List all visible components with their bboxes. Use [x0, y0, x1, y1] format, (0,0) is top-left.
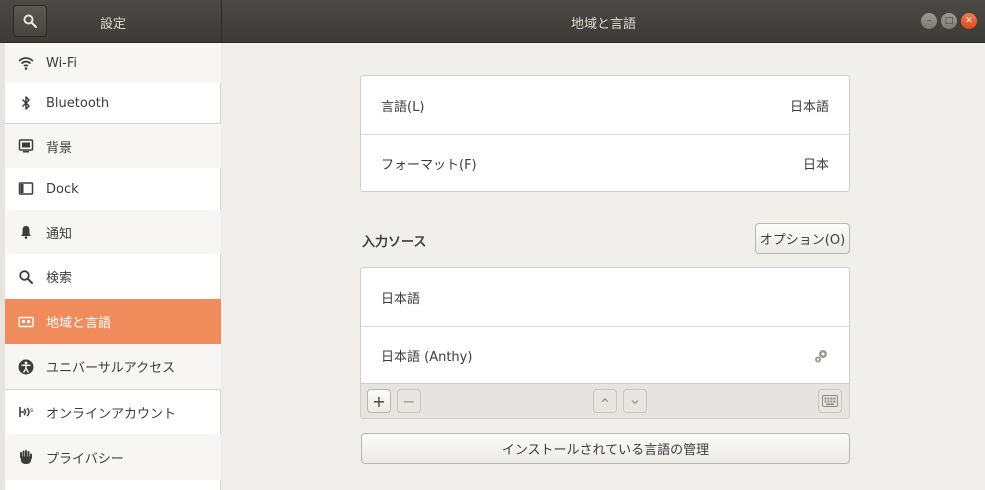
sidebar-item-bluetooth[interactable]: Bluetooth: [5, 83, 221, 123]
sidebar-item-label: 背景: [46, 137, 72, 156]
move-down-button[interactable]: ⌄: [623, 389, 647, 413]
format-row[interactable]: フォーマット(F) 日本: [361, 134, 849, 192]
options-button[interactable]: オプション(O): [755, 223, 850, 254]
hand-icon: [18, 449, 34, 465]
maximize-button[interactable]: □: [941, 13, 957, 29]
keyboard-icon: [822, 395, 838, 407]
format-label: フォーマット(F): [381, 154, 477, 173]
sidebar-item-accessibility[interactable]: ユニバーサルアクセス: [5, 344, 221, 389]
move-up-button[interactable]: ⌃: [593, 389, 617, 413]
bluetooth-icon: [18, 95, 34, 111]
sidebar-item-privacy[interactable]: プライバシー: [5, 434, 221, 480]
sidebar-item-label: Wi-Fi: [46, 56, 77, 71]
language-value: 日本語: [790, 96, 829, 115]
dock-icon: [18, 181, 34, 197]
minimize-button[interactable]: –: [921, 13, 937, 29]
input-sources-card: 日本語 日本語 (Anthy) + − ⌃ ⌄: [360, 267, 850, 419]
add-input-source-button[interactable]: +: [367, 389, 391, 413]
window-controls: – □ ✕: [921, 13, 977, 29]
manage-languages-button[interactable]: インストールされている言語の管理: [361, 433, 850, 464]
search-icon: [18, 269, 34, 285]
input-source-row[interactable]: 日本語 (Anthy): [361, 326, 849, 384]
sidebar-item-label: Bluetooth: [46, 96, 109, 111]
region-icon: [18, 314, 34, 330]
language-format-card: 言語(L) 日本語 フォーマット(F) 日本: [360, 75, 850, 192]
input-source-label: 日本語: [381, 288, 420, 307]
background-icon: [18, 138, 34, 154]
language-label: 言語(L): [381, 96, 424, 115]
svg-text:s: s: [30, 407, 33, 414]
online-accounts-icon: s: [18, 404, 34, 420]
sidebar-item-wifi[interactable]: Wi-Fi: [5, 43, 221, 83]
format-value: 日本: [803, 154, 829, 173]
settings-title: 設定: [100, 13, 126, 32]
sidebar-item-dock[interactable]: Dock: [5, 168, 221, 210]
keyboard-layout-button[interactable]: [818, 389, 842, 413]
input-source-row[interactable]: 日本語: [361, 268, 849, 326]
remove-input-source-button[interactable]: −: [397, 389, 421, 413]
sidebar-item-region[interactable]: 地域と言語: [5, 299, 221, 344]
sidebar-item-notifications[interactable]: 通知: [5, 210, 221, 254]
sidebar-item-label: 通知: [46, 223, 72, 242]
search-icon: [23, 14, 37, 28]
sidebar-item-background[interactable]: 背景: [5, 124, 221, 168]
search-button[interactable]: [13, 5, 47, 37]
sidebar-item-label: Dock: [46, 182, 79, 197]
sidebar-item-label: オンラインアカウント: [46, 403, 176, 422]
page-title: 地域と言語: [222, 13, 985, 32]
sidebar-item-label: 検索: [46, 267, 72, 286]
sidebar-item-label: ユニバーサルアクセス: [46, 357, 175, 376]
accessibility-icon: [18, 359, 34, 375]
gear-icon[interactable]: [813, 348, 829, 364]
input-sources-title: 入力ソース: [362, 231, 426, 250]
sidebar-item-search[interactable]: 検索: [5, 254, 221, 299]
header-bar: 設定 地域と言語 – □ ✕: [0, 0, 985, 43]
language-row[interactable]: 言語(L) 日本語: [361, 76, 849, 134]
bell-icon: [18, 224, 34, 240]
sidebar-item-label: プライバシー: [46, 448, 124, 467]
wifi-icon: [18, 55, 34, 71]
input-sources-toolbar: + − ⌃ ⌄: [361, 383, 849, 418]
main-panel: 言語(L) 日本語 フォーマット(F) 日本 入力ソース オプション(O) 日本…: [222, 43, 985, 490]
input-source-label: 日本語 (Anthy): [381, 346, 472, 365]
sidebar-item-label: 地域と言語: [46, 312, 111, 331]
sidebar: Wi-Fi Bluetooth 背景 Dock 通知 検索 地域と言語: [5, 43, 221, 490]
sidebar-item-online-accounts[interactable]: s オンラインアカウント: [5, 390, 221, 434]
close-button[interactable]: ✕: [961, 13, 977, 29]
